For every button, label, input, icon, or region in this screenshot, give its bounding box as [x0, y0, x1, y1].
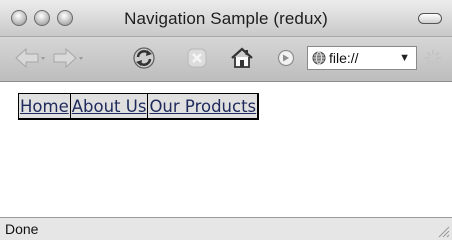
reload-button[interactable]	[130, 43, 158, 73]
forward-arrow-icon	[53, 47, 83, 69]
nav-link-our-products[interactable]: Our Products	[147, 94, 257, 118]
stop-icon	[187, 48, 207, 68]
title-bar: Navigation Sample (redux)	[0, 0, 452, 37]
reload-icon	[133, 47, 155, 69]
back-button[interactable]	[14, 43, 48, 73]
home-icon	[231, 47, 253, 68]
go-button[interactable]	[275, 43, 297, 73]
stop-button[interactable]	[184, 43, 210, 73]
go-icon	[277, 49, 295, 67]
address-text: file://	[329, 50, 359, 66]
home-button[interactable]	[228, 43, 256, 73]
back-arrow-icon	[15, 47, 45, 69]
navigation-toolbar: file:// ▼	[0, 37, 452, 82]
globe-icon	[312, 51, 326, 65]
forward-button[interactable]	[52, 43, 86, 73]
nav-link-home[interactable]: Home	[19, 94, 70, 118]
navigation-bar: Home About Us Our Products	[18, 93, 260, 120]
resize-grip-icon[interactable]	[436, 224, 450, 238]
page-content: Home About Us Our Products	[0, 82, 452, 217]
toolbar-toggle-button[interactable]	[418, 13, 442, 24]
browser-window: Navigation Sample (redux) file:// ▼ Home…	[0, 0, 452, 240]
loading-spinner-icon	[424, 49, 442, 67]
nav-link-about-us[interactable]: About Us	[69, 94, 148, 118]
status-text: Done	[5, 221, 39, 237]
address-bar[interactable]: file:// ▼	[307, 46, 417, 70]
address-dropdown-icon[interactable]: ▼	[399, 52, 410, 64]
status-bar: Done	[0, 217, 452, 240]
window-title: Navigation Sample (redux)	[124, 9, 328, 28]
